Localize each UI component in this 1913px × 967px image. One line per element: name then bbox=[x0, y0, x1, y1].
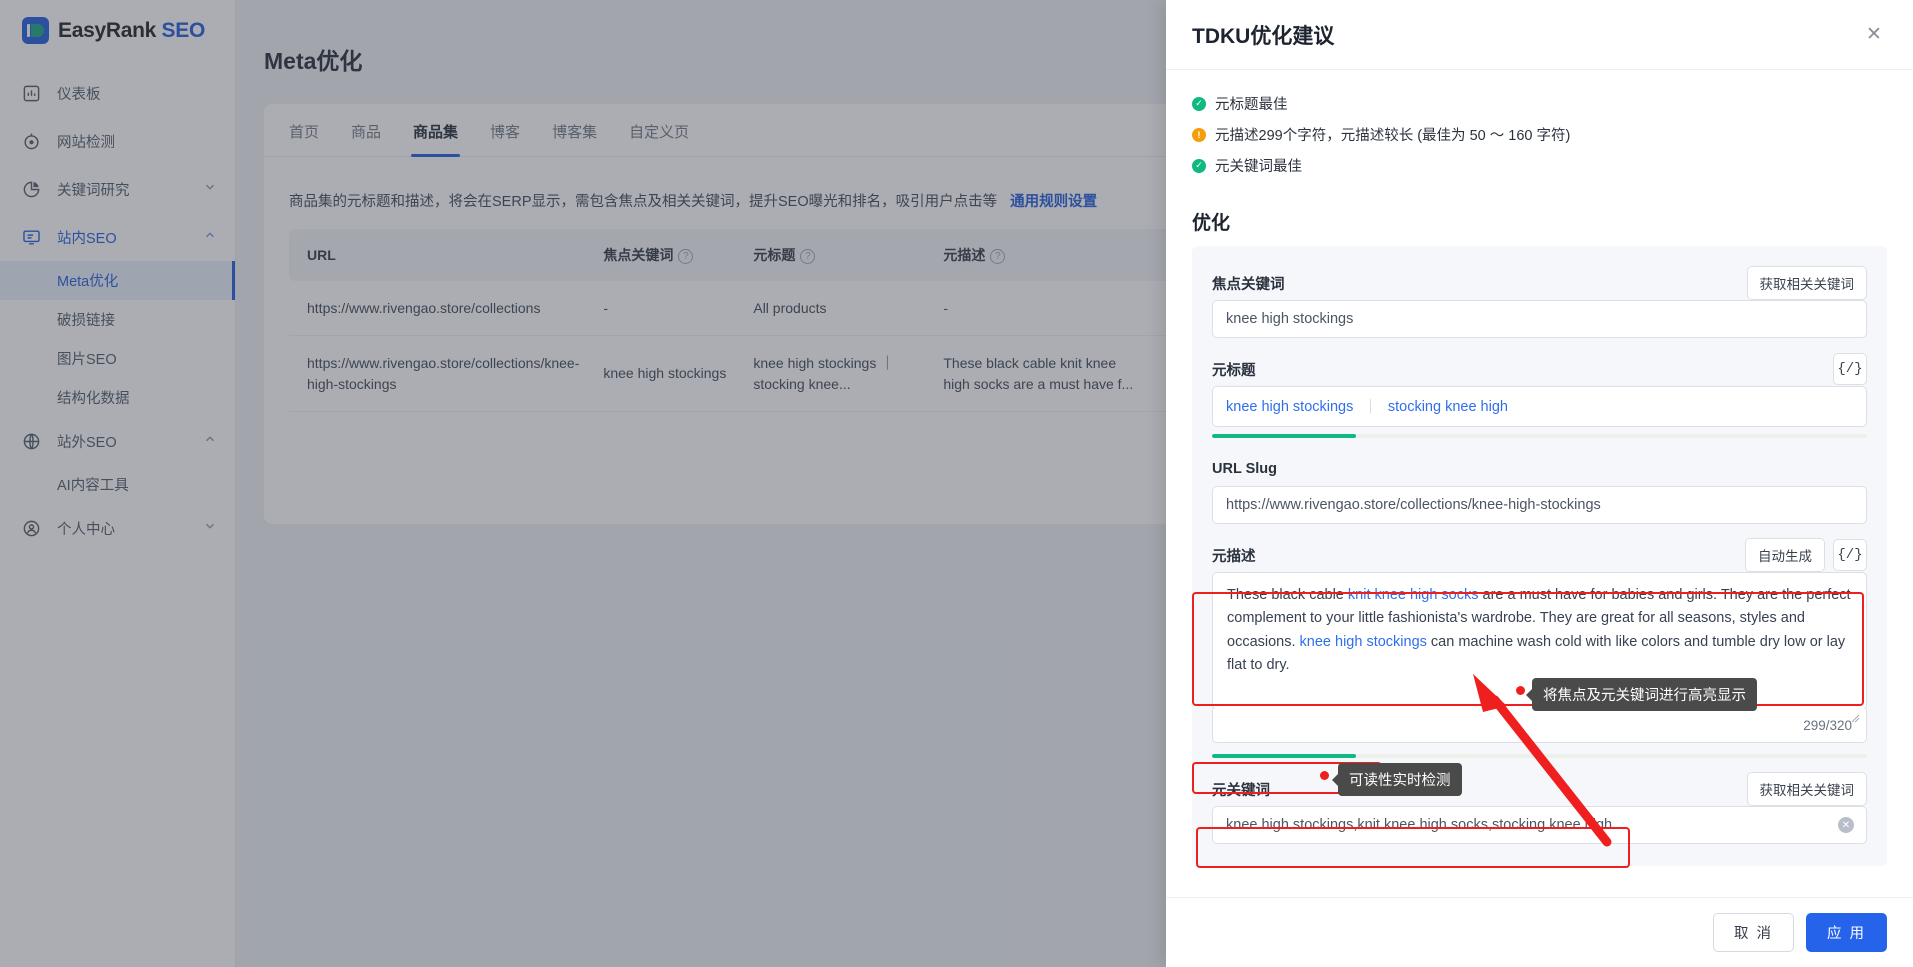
suggestion-list: ✓ 元标题最佳 ! 元描述299个字符，元描述较长 (最佳为 50 ～ 160 … bbox=[1192, 70, 1887, 181]
app-root: EasyRank SEO 仪表板 网站检测 bbox=[0, 0, 1913, 967]
suggestion-item: ✓ 元标题最佳 bbox=[1192, 88, 1887, 119]
drawer-footer: 取 消 应 用 bbox=[1166, 897, 1913, 967]
meta-title-part-1: knee high stockings bbox=[1226, 399, 1353, 415]
code-view-icon[interactable]: {/} bbox=[1833, 353, 1867, 385]
meta-keywords-input[interactable]: knee high stockings,knit knee high socks… bbox=[1212, 806, 1867, 844]
meta-keywords-field: 元关键词 获取相关关键词 knee high stockings,knit kn… bbox=[1212, 772, 1867, 844]
status-ok-icon: ✓ bbox=[1192, 159, 1206, 173]
cancel-button[interactable]: 取 消 bbox=[1713, 913, 1794, 952]
get-related-keywords-button[interactable]: 获取相关关键词 bbox=[1747, 772, 1868, 806]
suggestion-text: 元标题最佳 bbox=[1215, 93, 1288, 114]
status-warning-icon: ! bbox=[1192, 128, 1206, 142]
drawer-title: TDKU优化建议 bbox=[1192, 20, 1861, 50]
description-counter-bar: 299/320 bbox=[1212, 709, 1867, 743]
drawer-body: ✓ 元标题最佳 ! 元描述299个字符，元描述较长 (最佳为 50 ～ 160 … bbox=[1166, 70, 1913, 897]
get-related-keywords-button[interactable]: 获取相关关键词 bbox=[1747, 266, 1868, 300]
description-highlight-1: knit knee high socks bbox=[1348, 587, 1479, 603]
description-highlight-2: knee high stockings bbox=[1300, 634, 1427, 650]
meta-description-label: 元描述 bbox=[1212, 545, 1745, 566]
callout-text: 将焦点及元关键词进行高亮显示 bbox=[1543, 684, 1746, 705]
resize-handle-icon[interactable] bbox=[1851, 711, 1860, 720]
meta-title-label: 元标题 bbox=[1212, 359, 1825, 380]
focus-keyword-input[interactable]: knee high stockings bbox=[1212, 300, 1867, 338]
meta-title-progress bbox=[1212, 434, 1867, 438]
optimization-section-title: 优化 bbox=[1192, 208, 1887, 235]
url-slug-input[interactable]: https://www.rivengao.store/collections/k… bbox=[1212, 486, 1867, 524]
suggestion-text: 元描述299个字符，元描述较长 (最佳为 50 ～ 160 字符) bbox=[1215, 124, 1570, 145]
annotation-dot bbox=[1516, 686, 1525, 695]
drawer-header: TDKU优化建议 ✕ bbox=[1166, 0, 1913, 70]
meta-title-input[interactable]: knee high stockings ｜ stocking knee high bbox=[1212, 386, 1867, 427]
meta-title-separator: ｜ bbox=[1363, 396, 1378, 417]
auto-generate-button[interactable]: 自动生成 bbox=[1745, 538, 1825, 572]
optimization-panel: 焦点关键词 获取相关关键词 knee high stockings 元标题 {/… bbox=[1192, 246, 1887, 866]
meta-keywords-label: 元关键词 bbox=[1212, 779, 1747, 800]
annotation-dot bbox=[1320, 771, 1329, 780]
meta-title-part-2: stocking knee high bbox=[1388, 399, 1508, 415]
focus-keyword-field: 焦点关键词 获取相关关键词 knee high stockings bbox=[1212, 266, 1867, 338]
status-ok-icon: ✓ bbox=[1192, 97, 1206, 111]
suggestion-text: 元关键词最佳 bbox=[1215, 155, 1302, 176]
suggestion-item: ✓ 元关键词最佳 bbox=[1192, 150, 1887, 181]
apply-button[interactable]: 应 用 bbox=[1806, 913, 1887, 952]
meta-description-field: 元描述 自动生成 {/} These black cable knit knee… bbox=[1212, 538, 1867, 758]
tdku-suggestion-drawer: TDKU优化建议 ✕ ✓ 元标题最佳 ! 元描述299个字符，元描述较长 (最佳… bbox=[1166, 0, 1913, 967]
url-slug-field: URL Slug https://www.rivengao.store/coll… bbox=[1212, 452, 1867, 524]
callout-readability-note: 可读性实时检测 bbox=[1338, 763, 1462, 796]
description-text-1: These black cable bbox=[1227, 587, 1348, 603]
callout-text: 可读性实时检测 bbox=[1349, 769, 1451, 790]
character-counter: 299/320 bbox=[1803, 718, 1852, 733]
focus-keyword-label: 焦点关键词 bbox=[1212, 273, 1747, 294]
clear-icon[interactable]: ✕ bbox=[1838, 817, 1854, 833]
suggestion-item: ! 元描述299个字符，元描述较长 (最佳为 50 ～ 160 字符) bbox=[1192, 119, 1887, 150]
readability-progress bbox=[1212, 754, 1867, 758]
code-view-icon[interactable]: {/} bbox=[1833, 539, 1867, 571]
meta-keywords-value: knee high stockings,knit knee high socks… bbox=[1226, 817, 1612, 833]
callout-highlight-note: 将焦点及元关键词进行高亮显示 bbox=[1532, 678, 1757, 711]
url-slug-label: URL Slug bbox=[1212, 461, 1867, 477]
close-icon[interactable]: ✕ bbox=[1861, 22, 1887, 48]
meta-title-field: 元标题 {/} knee high stockings ｜ stocking k… bbox=[1212, 352, 1867, 438]
